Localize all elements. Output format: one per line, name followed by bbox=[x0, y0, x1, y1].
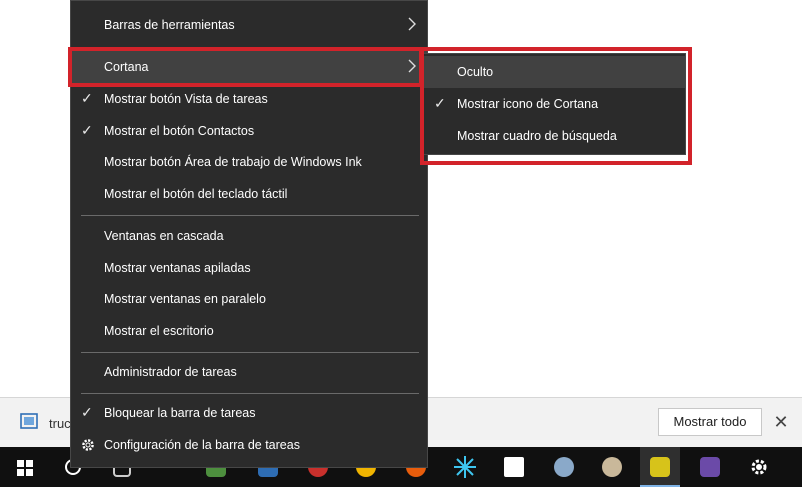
chevron-right-icon bbox=[408, 17, 416, 31]
app-icon bbox=[700, 457, 720, 477]
snowflake-icon bbox=[454, 456, 476, 478]
gear-icon bbox=[751, 459, 767, 475]
menu-item-cascade[interactable]: Ventanas en cascada bbox=[71, 220, 427, 252]
taskbar-app-10[interactable] bbox=[640, 447, 680, 487]
menu-item-task-manager[interactable]: Administrador de tareas bbox=[71, 356, 427, 388]
taskbar-app-11[interactable] bbox=[690, 447, 730, 487]
checkmark-icon: ✓ bbox=[81, 404, 93, 420]
show-all-button[interactable]: Mostrar todo bbox=[658, 408, 762, 436]
taskbar-settings[interactable] bbox=[738, 447, 778, 487]
menu-item-stacked[interactable]: Mostrar ventanas apiladas bbox=[71, 252, 427, 284]
menu-item-label: Mostrar botón Vista de tareas bbox=[104, 92, 268, 106]
download-filename[interactable]: truc bbox=[49, 416, 71, 431]
menu-item-taskbar-settings[interactable]: Configuración de la barra de tareas bbox=[71, 429, 427, 461]
mail-globe-icon bbox=[554, 457, 574, 477]
start-button[interactable] bbox=[4, 447, 44, 487]
menu-item-label: Administrador de tareas bbox=[104, 365, 237, 379]
menu-separator bbox=[81, 393, 419, 394]
file-image-icon bbox=[20, 413, 38, 429]
taskbar-app-6[interactable] bbox=[444, 447, 484, 487]
menu-item-touch-keyboard[interactable]: Mostrar el botón del teclado táctil bbox=[71, 178, 427, 210]
palette-icon bbox=[602, 457, 622, 477]
windows-logo-icon bbox=[17, 460, 33, 476]
checkmark-icon: ✓ bbox=[81, 90, 93, 106]
menu-item-label: Mostrar el escritorio bbox=[104, 324, 214, 338]
menu-item-show-desktop[interactable]: Mostrar el escritorio bbox=[71, 315, 427, 347]
menu-item-label: Mostrar botón Área de trabajo de Windows… bbox=[104, 155, 362, 169]
close-icon[interactable]: ✕ bbox=[770, 411, 792, 433]
menu-item-label: Configuración de la barra de tareas bbox=[104, 438, 300, 452]
menu-item-contacts[interactable]: ✓ Mostrar el botón Contactos bbox=[71, 115, 427, 147]
menu-item-label: Mostrar el botón del teclado táctil bbox=[104, 187, 288, 201]
menu-item-label: Mostrar el botón Contactos bbox=[104, 124, 255, 138]
menu-separator bbox=[81, 352, 419, 353]
checkmark-icon: ✓ bbox=[81, 122, 93, 138]
menu-item-side-by-side[interactable]: Mostrar ventanas en paralelo bbox=[71, 283, 427, 315]
menu-item-task-view[interactable]: ✓ Mostrar botón Vista de tareas bbox=[71, 83, 427, 115]
highlight-box-submenu bbox=[420, 47, 692, 165]
menu-item-label: Barras de herramientas bbox=[104, 18, 235, 32]
menu-item-label: Mostrar ventanas apiladas bbox=[104, 261, 251, 275]
app-icon bbox=[650, 457, 670, 477]
menu-separator bbox=[81, 215, 419, 216]
menu-item-toolbars[interactable]: Barras de herramientas bbox=[71, 9, 427, 41]
menu-item-lock-taskbar[interactable]: ✓ Bloquear la barra de tareas bbox=[71, 397, 427, 429]
menu-item-label: Bloquear la barra de tareas bbox=[104, 406, 256, 420]
menu-item-windows-ink[interactable]: Mostrar botón Área de trabajo de Windows… bbox=[71, 146, 427, 178]
taskbar-sticky-notes[interactable] bbox=[494, 447, 534, 487]
menu-item-label: Ventanas en cascada bbox=[104, 229, 224, 243]
taskbar-app-8[interactable] bbox=[544, 447, 584, 487]
highlight-box-cortana bbox=[68, 47, 423, 87]
taskbar-app-9[interactable] bbox=[592, 447, 632, 487]
menu-item-label: Mostrar ventanas en paralelo bbox=[104, 292, 266, 306]
gear-icon bbox=[82, 439, 94, 451]
sticky-note-icon bbox=[504, 457, 524, 477]
